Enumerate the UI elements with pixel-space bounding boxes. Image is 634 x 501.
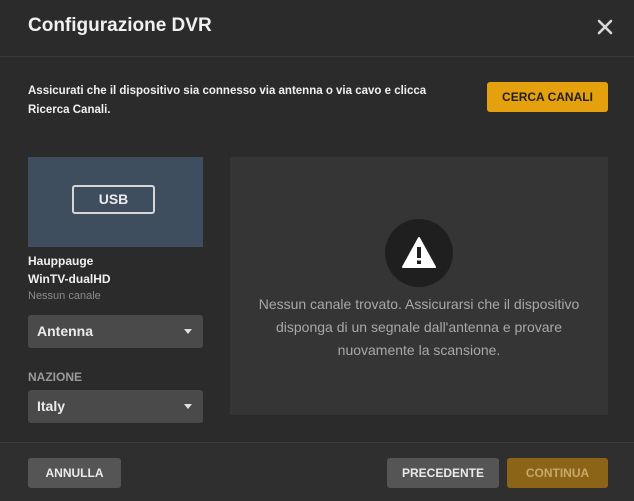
scan-channels-button[interactable]: CERCA CANALI — [487, 82, 608, 112]
nation-select-value: Italy — [37, 398, 66, 414]
source-select-value: Antenna — [37, 323, 93, 339]
close-icon[interactable] — [594, 16, 616, 38]
device-name-line1: Hauppauge — [28, 254, 94, 268]
previous-button[interactable]: PRECEDENTE — [387, 458, 499, 488]
chevron-down-icon — [184, 329, 192, 334]
dialog-title: Configurazione DVR — [28, 15, 212, 36]
dialog-header: Configurazione DVR — [0, 0, 634, 57]
source-select[interactable]: Antenna — [28, 315, 203, 348]
scan-result-panel: Nessun canale trovato. Assicurarsi che i… — [230, 157, 608, 415]
dialog-footer: ANNULLA PRECEDENTE CONTINUA — [0, 442, 634, 501]
warning-icon — [385, 219, 453, 287]
intro-text: Assicurati che il dispositivo sia connes… — [28, 85, 427, 116]
usb-badge: USB — [72, 185, 155, 214]
chevron-down-icon — [184, 404, 192, 409]
device-card[interactable]: USB — [28, 157, 203, 247]
continue-button[interactable]: CONTINUA — [507, 458, 608, 488]
nation-label: NAZIONE — [28, 370, 82, 384]
device-name-line2: WinTV-dualHD — [28, 272, 111, 286]
device-status: Nessun canale — [28, 290, 101, 302]
no-channels-message: Nessun canale trovato. Assicurarsi che i… — [258, 296, 580, 358]
nation-select[interactable]: Italy — [28, 390, 203, 423]
cancel-button[interactable]: ANNULLA — [28, 458, 121, 488]
device-name: Hauppauge WinTV-dualHD — [28, 252, 203, 288]
